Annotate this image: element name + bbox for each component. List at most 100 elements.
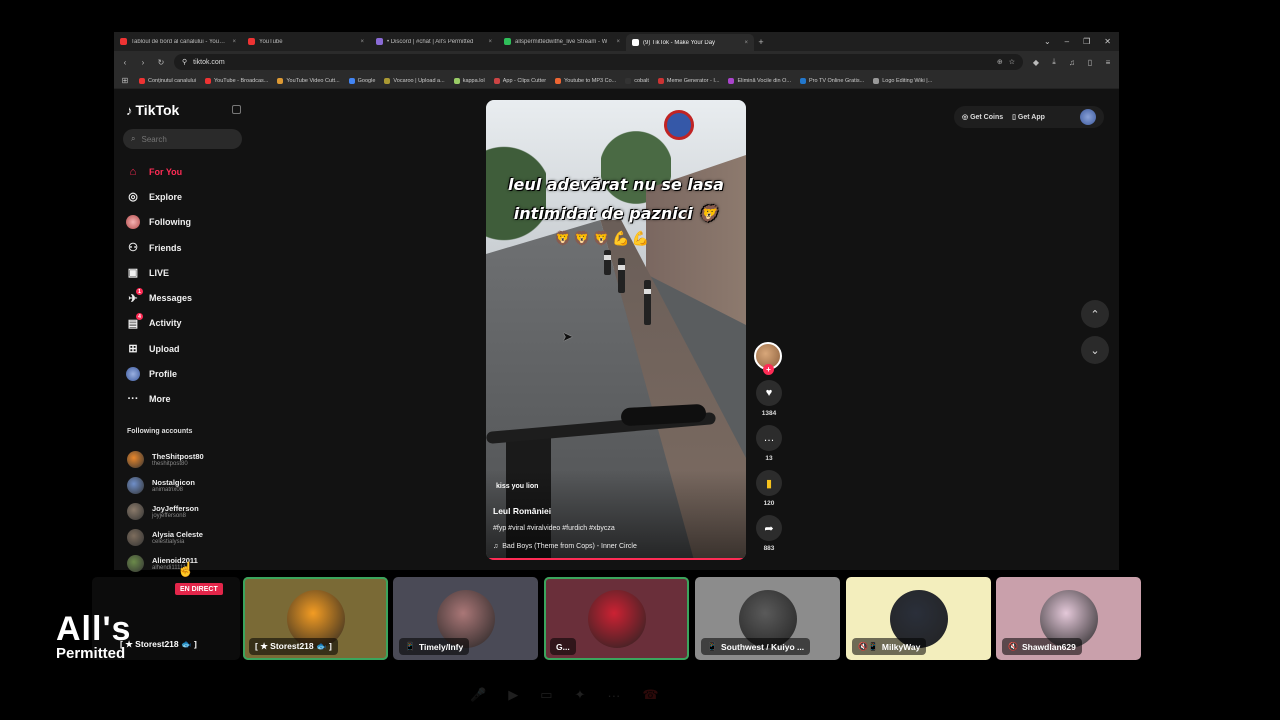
sidepanel-icon[interactable]: ▯ [1085,57,1095,67]
leave-call-icon[interactable]: ☎ [642,687,658,703]
activity-icon: ▤ 4 [126,313,143,330]
video-player[interactable]: leul adevărat nu se lasa intimidat de pa… [486,100,746,560]
bookmark-icon[interactable]: ▮ [756,470,782,496]
brand-main-text: All's [56,610,132,648]
tiktok-logo-text: TikTok [135,102,180,118]
restore-icon[interactable]: ❐ [1083,37,1090,46]
browser-tab[interactable]: Tabloul de bord al canalului - YouTube × [114,33,242,50]
following-account[interactable]: JoyJefferson joyjefferson8 [127,498,242,524]
browser-tab[interactable]: • Discord | #chat | All's Permitted × [370,33,498,50]
mic-icon[interactable]: 🎤 [470,687,486,703]
bookmark-item[interactable]: Elimină Vocile din O... [728,77,791,84]
bookmark-item[interactable]: Youtube to MP3 Co... [555,77,616,84]
follow-plus-icon[interactable]: + [763,364,774,375]
heart-icon[interactable]: ♥ [756,380,782,406]
bookmark-item[interactable]: kappa.lol [453,77,485,84]
nav-item-activity[interactable]: ▤ 4 Activity [126,311,241,336]
tab-close-icon[interactable]: × [616,39,620,45]
next-video-button[interactable]: ⌄ [1081,336,1109,364]
collapse-sidebar-icon[interactable] [232,105,241,114]
participant-status-icon: 📱 [405,642,415,651]
bookmark-favicon-icon [555,77,562,84]
account-handle: joyjefferson8 [152,512,186,519]
participant-tile[interactable]: 🔇📱 MilkyWay [846,577,991,660]
bookmark-item[interactable]: Pro TV Online Gratis... [799,77,864,84]
video-music[interactable]: ♫ Bad Boys (Theme from Cops) - Inner Cir… [493,543,637,550]
bookmarks-bar: ⊞ Conținutul canalului YouTube - Broadcas… [114,73,1119,89]
participant-tile[interactable]: G... [544,577,689,660]
participant-tile[interactable]: 📱 Timely/Infy [393,577,538,660]
get-coins-button[interactable]: ◎ Get Coins [962,113,1003,121]
bookmark-item[interactable]: YouTube - Broadcas... [205,77,268,84]
tab-close-icon[interactable]: × [232,39,236,45]
browser-tab[interactable]: (9) TikTok - Make Your Day × [626,34,754,51]
nav-item-upload[interactable]: ⊞ Upload [126,336,241,361]
nav-item-for-you[interactable]: ⌂ For You [126,159,241,184]
following-account[interactable]: Alysia Celeste celestialysia [127,524,242,550]
bookmark-star-icon[interactable]: ☆ [1009,58,1015,66]
video-author-name[interactable]: Leul României [493,506,551,516]
participant-tile[interactable]: 📱 Southwest / Kuiyo ... [695,577,840,660]
participant-label: 🔇 Shawdlan629 [1002,638,1082,655]
extension-icon[interactable]: ◆ [1031,57,1041,67]
bookmark-item[interactable]: Logo Editing Wiki |... [873,77,932,84]
bookmark-item[interactable]: Meme Generator - I... [657,77,719,84]
share-icon[interactable]: ➦ [756,515,782,541]
address-bar[interactable]: ⚲ tiktok.com ⊕ ☆ [174,54,1023,70]
close-window-icon[interactable]: ✕ [1104,37,1111,46]
search-input[interactable] [141,134,232,144]
zoom-icon[interactable]: ⊕ [997,58,1003,66]
bookmark-label: cobalt [634,77,649,84]
browser-tab[interactable]: allspermittedwithe_live Stream - W × [498,33,626,50]
camera-icon[interactable]: ▶ [508,687,518,703]
participant-label: [ ★ Storest218 🐟 ] [249,638,338,655]
bookmark-item[interactable]: cobalt [625,77,649,84]
bookmark-item[interactable]: YouTube Video Cutt... [277,77,340,84]
site-info-icon[interactable]: ⚲ [182,58,187,66]
menu-icon[interactable]: ≡ [1103,57,1113,67]
forward-icon[interactable]: › [138,57,148,67]
browser-tab[interactable]: YouTube × [242,33,370,50]
back-icon[interactable]: ‹ [120,57,130,67]
screen-share-icon[interactable]: ▭ [540,687,552,703]
apps-grid-icon[interactable]: ⊞ [120,76,130,86]
new-tab-icon[interactable]: + [754,37,768,47]
video-progress-bar[interactable] [486,558,746,560]
bookmark-item[interactable]: Conținutul canalului [139,77,196,84]
minimize-icon[interactable]: – [1065,37,1069,46]
participant-tile[interactable]: [ ★ Storest218 🐟 ] [243,577,388,660]
participant-tile[interactable]: 🔇 Shawdlan629 [996,577,1141,660]
nav-item-messages[interactable]: ✈ 1 Messages [126,285,241,310]
get-app-button[interactable]: ▯ Get App [1012,113,1045,121]
participant-label: G... [550,638,576,655]
nav-item-live[interactable]: ▣ LIVE [126,260,241,285]
participant-label: 📱 Southwest / Kuiyo ... [701,638,811,655]
following-account[interactable]: TheShitpost80 theshitpost80 [127,446,242,472]
tab-title: (9) TikTok - Make Your Day [643,39,716,46]
bookmark-item[interactable]: Google [348,77,375,84]
tiktok-logo[interactable]: ♪ TikTok [126,102,179,118]
video-hashtags[interactable]: #fyp #viral #viralvideo #furdich #xbycza [493,525,615,532]
previous-video-button[interactable]: ⌃ [1081,300,1109,328]
music-icon[interactable]: ♫ [1067,57,1077,67]
reload-icon[interactable]: ↻ [156,57,166,67]
tiktok-page: ♪ TikTok ⌕ ⌂ For You ◎ Explore Following ⚇ Fri… [114,90,1119,572]
nav-item-explore[interactable]: ◎ Explore [126,184,241,209]
nav-item-profile[interactable]: Profile [126,361,241,386]
bookmark-item[interactable]: App - Clips Cutter [493,77,546,84]
nav-item-following[interactable]: Following [126,210,241,235]
tab-close-icon[interactable]: × [488,39,492,45]
following-account[interactable]: Nostalgicon animatrix08 [127,472,242,498]
nav-item-friends[interactable]: ⚇ Friends [126,235,241,260]
bookmark-item[interactable]: Vocaroo | Upload a... [384,77,445,84]
nav-item-more[interactable]: ··· More [126,387,241,412]
activities-icon[interactable]: ✦ [574,687,585,703]
tab-search-icon[interactable]: ⌄ [1044,37,1051,46]
tab-close-icon[interactable]: × [360,39,364,45]
user-avatar[interactable] [1080,109,1096,125]
download-icon[interactable]: ⤓ [1049,57,1059,67]
comment-icon[interactable]: … [756,425,782,451]
more-options-icon[interactable]: ··· [607,688,620,703]
tab-close-icon[interactable]: × [744,40,748,46]
search-box[interactable]: ⌕ [123,129,242,149]
